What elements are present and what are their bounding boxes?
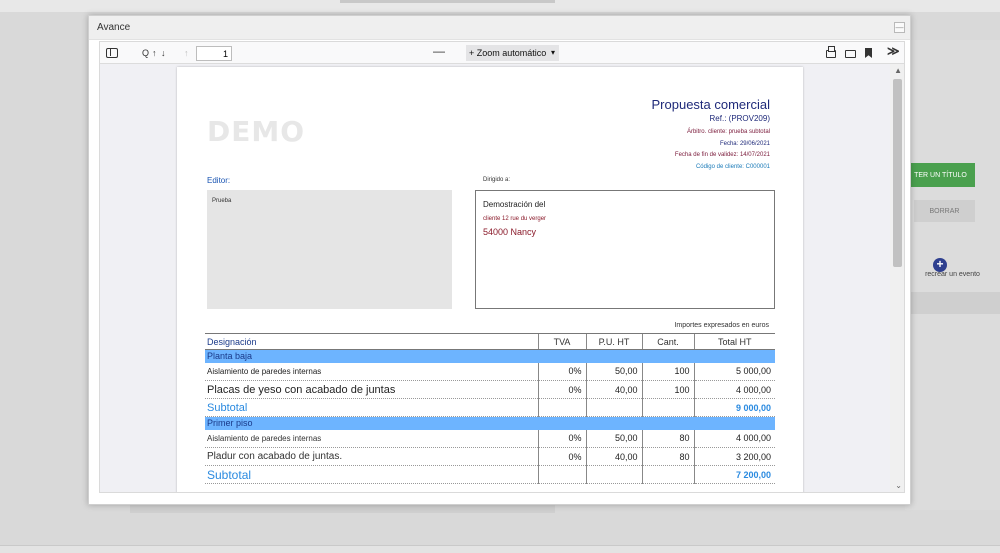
add-title-button[interactable]: TER UN TÍTULO — [906, 163, 975, 187]
section-label: Planta baja — [205, 349, 775, 363]
empty-cell — [641, 398, 694, 417]
print-icon[interactable] — [826, 46, 836, 58]
modal-header: Avance — — [89, 16, 910, 40]
item-quantity: 100 — [641, 362, 694, 381]
page-number-input[interactable] — [196, 46, 232, 61]
scroll-down-icon[interactable]: ⌄ — [895, 481, 902, 490]
item-quantity: 80 — [641, 447, 694, 466]
column-header-tva: TVA — [537, 333, 586, 350]
subtotal-total: 9 000,00 — [693, 398, 775, 417]
item-designation: Aislamiento de paredes internas — [205, 362, 538, 381]
pdf-toolbar: Q ↑ ↓ ↑ — + Zoom automático ▾ ≫ — [100, 42, 904, 64]
folder-icon[interactable] — [845, 50, 856, 58]
item-quantity: 100 — [641, 380, 694, 399]
column-header-designacion: Designación — [205, 333, 538, 350]
section-label: Primer piso — [205, 416, 775, 430]
zoom-select[interactable]: + Zoom automático ▾ — [466, 45, 559, 61]
sidebar-toggle-icon[interactable] — [106, 48, 118, 58]
pdf-page: DEMO Propuesta comercial Ref.: (PROV209)… — [177, 67, 803, 492]
item-quantity: 80 — [641, 429, 694, 448]
subtotal-row: Subtotal 7 200,00 — [205, 465, 775, 484]
item-unit-price: 40,00 — [585, 380, 642, 399]
table-row: Placas de yeso con acabado de juntas 0% … — [205, 380, 775, 399]
section-row: Primer piso — [205, 416, 775, 430]
minimize-icon[interactable]: — — [894, 22, 905, 33]
column-header-cant: Cant. — [641, 333, 694, 350]
zoom-out-button[interactable]: — — [433, 44, 445, 58]
item-unit-price: 50,00 — [585, 362, 642, 381]
item-designation: Pladur con acabado de juntas. — [205, 447, 538, 466]
pdf-viewer: Q ↑ ↓ ↑ — + Zoom automático ▾ ≫ ▲ ⌄ DEMO… — [99, 41, 905, 493]
zoom-select-value: + Zoom automático — [469, 48, 547, 58]
clear-button[interactable]: BORRAR — [914, 200, 975, 222]
recipient-label: Dirigido a: — [483, 177, 511, 183]
currency-note: Importes expresados en euros — [674, 322, 769, 329]
chevron-down-icon: ▾ — [550, 48, 555, 57]
editor-label: Editor: — [207, 176, 231, 185]
table-row: Pladur con acabado de juntas. 0% 40,00 8… — [205, 447, 775, 466]
document-date: Fecha: 29/06/2021 — [719, 141, 770, 147]
item-tva: 0% — [537, 429, 586, 448]
editor-name: Prueba — [212, 198, 232, 204]
empty-cell — [585, 398, 642, 417]
previous-page-icon[interactable]: ↑ — [152, 46, 157, 60]
item-unit-price: 40,00 — [585, 447, 642, 466]
client-name: Demostración del — [483, 200, 546, 209]
empty-cell — [641, 465, 694, 484]
document-ref: Ref.: (PROV209) — [709, 114, 770, 123]
item-tva: 0% — [537, 447, 586, 466]
scroll-up-icon[interactable]: ▲ — [894, 66, 902, 75]
item-total: 3 200,00 — [693, 447, 775, 466]
background-footer — [0, 545, 1000, 553]
subtotal-row: Subtotal 9 000,00 — [205, 398, 775, 417]
item-designation: Placas de yeso con acabado de juntas — [205, 380, 538, 399]
item-unit-price: 50,00 — [585, 429, 642, 448]
client-code: Código de cliente: C000001 — [695, 164, 770, 170]
create-event-link[interactable]: recrear un evento — [905, 271, 1000, 278]
item-total: 4 000,00 — [693, 380, 775, 399]
client-address: cliente 12 rue du verger — [483, 216, 547, 222]
subtotal-total: 7 200,00 — [693, 465, 775, 484]
item-total: 5 000,00 — [693, 362, 775, 381]
item-total: 4 000,00 — [693, 429, 775, 448]
empty-cell — [537, 465, 586, 484]
background-row — [905, 292, 1000, 314]
modal-title: Avance — [97, 22, 131, 33]
recipient-box: Demostración del cliente 12 rue du verge… — [475, 190, 775, 309]
column-header-total: Total HT — [693, 333, 775, 350]
section-row: Planta baja — [205, 349, 775, 363]
subtotal-label: Subtotal — [205, 465, 538, 484]
column-header-pu: P.U. HT — [585, 333, 642, 350]
preview-modal: Avance — Q ↑ ↓ ↑ — + Zoom automático ▾ ≫… — [88, 15, 911, 505]
background-bottom-bar — [130, 505, 555, 513]
quote-table: Designación TVA P.U. HT Cant. Total HT P… — [205, 333, 775, 484]
table-header-row: Designación TVA P.U. HT Cant. Total HT — [205, 333, 775, 350]
table-row: Aislamiento de paredes internas 0% 50,00… — [205, 429, 775, 448]
scrollbar-thumb[interactable] — [893, 79, 902, 267]
empty-cell — [537, 398, 586, 417]
next-page-icon[interactable]: ↓ — [161, 46, 166, 60]
client-city: 54000 Nancy — [483, 227, 537, 237]
subtotal-label: Subtotal — [205, 398, 538, 417]
demo-watermark: DEMO — [207, 115, 306, 148]
plus-circle-icon[interactable]: + — [933, 258, 947, 272]
validity-date: Fecha de fin de validez: 14/07/2021 — [674, 152, 770, 158]
item-designation: Aislamiento de paredes internas — [205, 429, 538, 448]
item-tva: 0% — [537, 362, 586, 381]
search-icon[interactable]: Q — [142, 46, 149, 60]
empty-cell — [585, 465, 642, 484]
background-tab-strip — [340, 0, 555, 3]
bookmark-icon[interactable] — [865, 48, 872, 58]
arbitro-cliente: Árbitro. cliente: prueba subtotal — [686, 129, 770, 135]
item-tva: 0% — [537, 380, 586, 399]
page-up-disabled-icon: ↑ — [184, 48, 189, 58]
more-tools-button[interactable]: ≫ — [887, 44, 900, 58]
editor-box: Prueba — [207, 190, 452, 309]
table-row: Aislamiento de paredes internas 0% 50,00… — [205, 362, 775, 381]
document-title: Propuesta comercial — [651, 97, 771, 112]
